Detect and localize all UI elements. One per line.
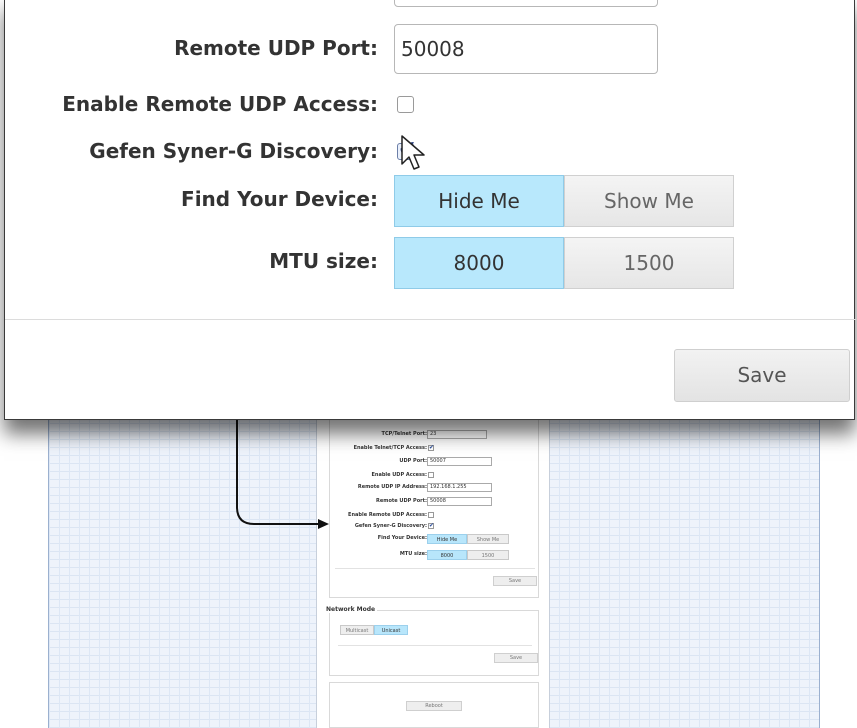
mouse-cursor-icon [401, 135, 425, 170]
mtu-1500-button[interactable]: 1500 [564, 237, 734, 289]
save-button[interactable]: Save [674, 349, 850, 402]
hide-me-button[interactable]: Hide Me [394, 175, 564, 227]
show-me-button[interactable]: Show Me [564, 175, 734, 227]
zoom-callout: Remote UDP Port: 50008 Enable Remote UDP… [4, 0, 856, 420]
remote-udp-port-input[interactable]: 50008 [394, 24, 658, 74]
remote-ip-input-partial[interactable] [394, 0, 658, 7]
row-enable-remote-udp: Enable Remote UDP Access: [5, 90, 856, 120]
find-device-label: Find Your Device: [181, 187, 378, 211]
row-remote-udp-port: Remote UDP Port: 50008 [5, 24, 856, 76]
row-find-device: Find Your Device: Hide Me Show Me [5, 175, 856, 227]
divider [5, 319, 856, 320]
enable-remote-udp-checkbox[interactable] [397, 96, 414, 113]
synerg-discovery-label: Gefen Syner-G Discovery: [89, 139, 378, 163]
enable-remote-udp-label: Enable Remote UDP Access: [62, 92, 378, 116]
mtu-8000-button[interactable]: 8000 [394, 237, 564, 289]
remote-udp-port-label: Remote UDP Port: [174, 36, 378, 60]
mtu-size-label: MTU size: [269, 249, 378, 273]
row-synerg-discovery: Gefen Syner-G Discovery: ✔ [5, 137, 856, 167]
row-mtu-size: MTU size: 8000 1500 [5, 237, 856, 289]
